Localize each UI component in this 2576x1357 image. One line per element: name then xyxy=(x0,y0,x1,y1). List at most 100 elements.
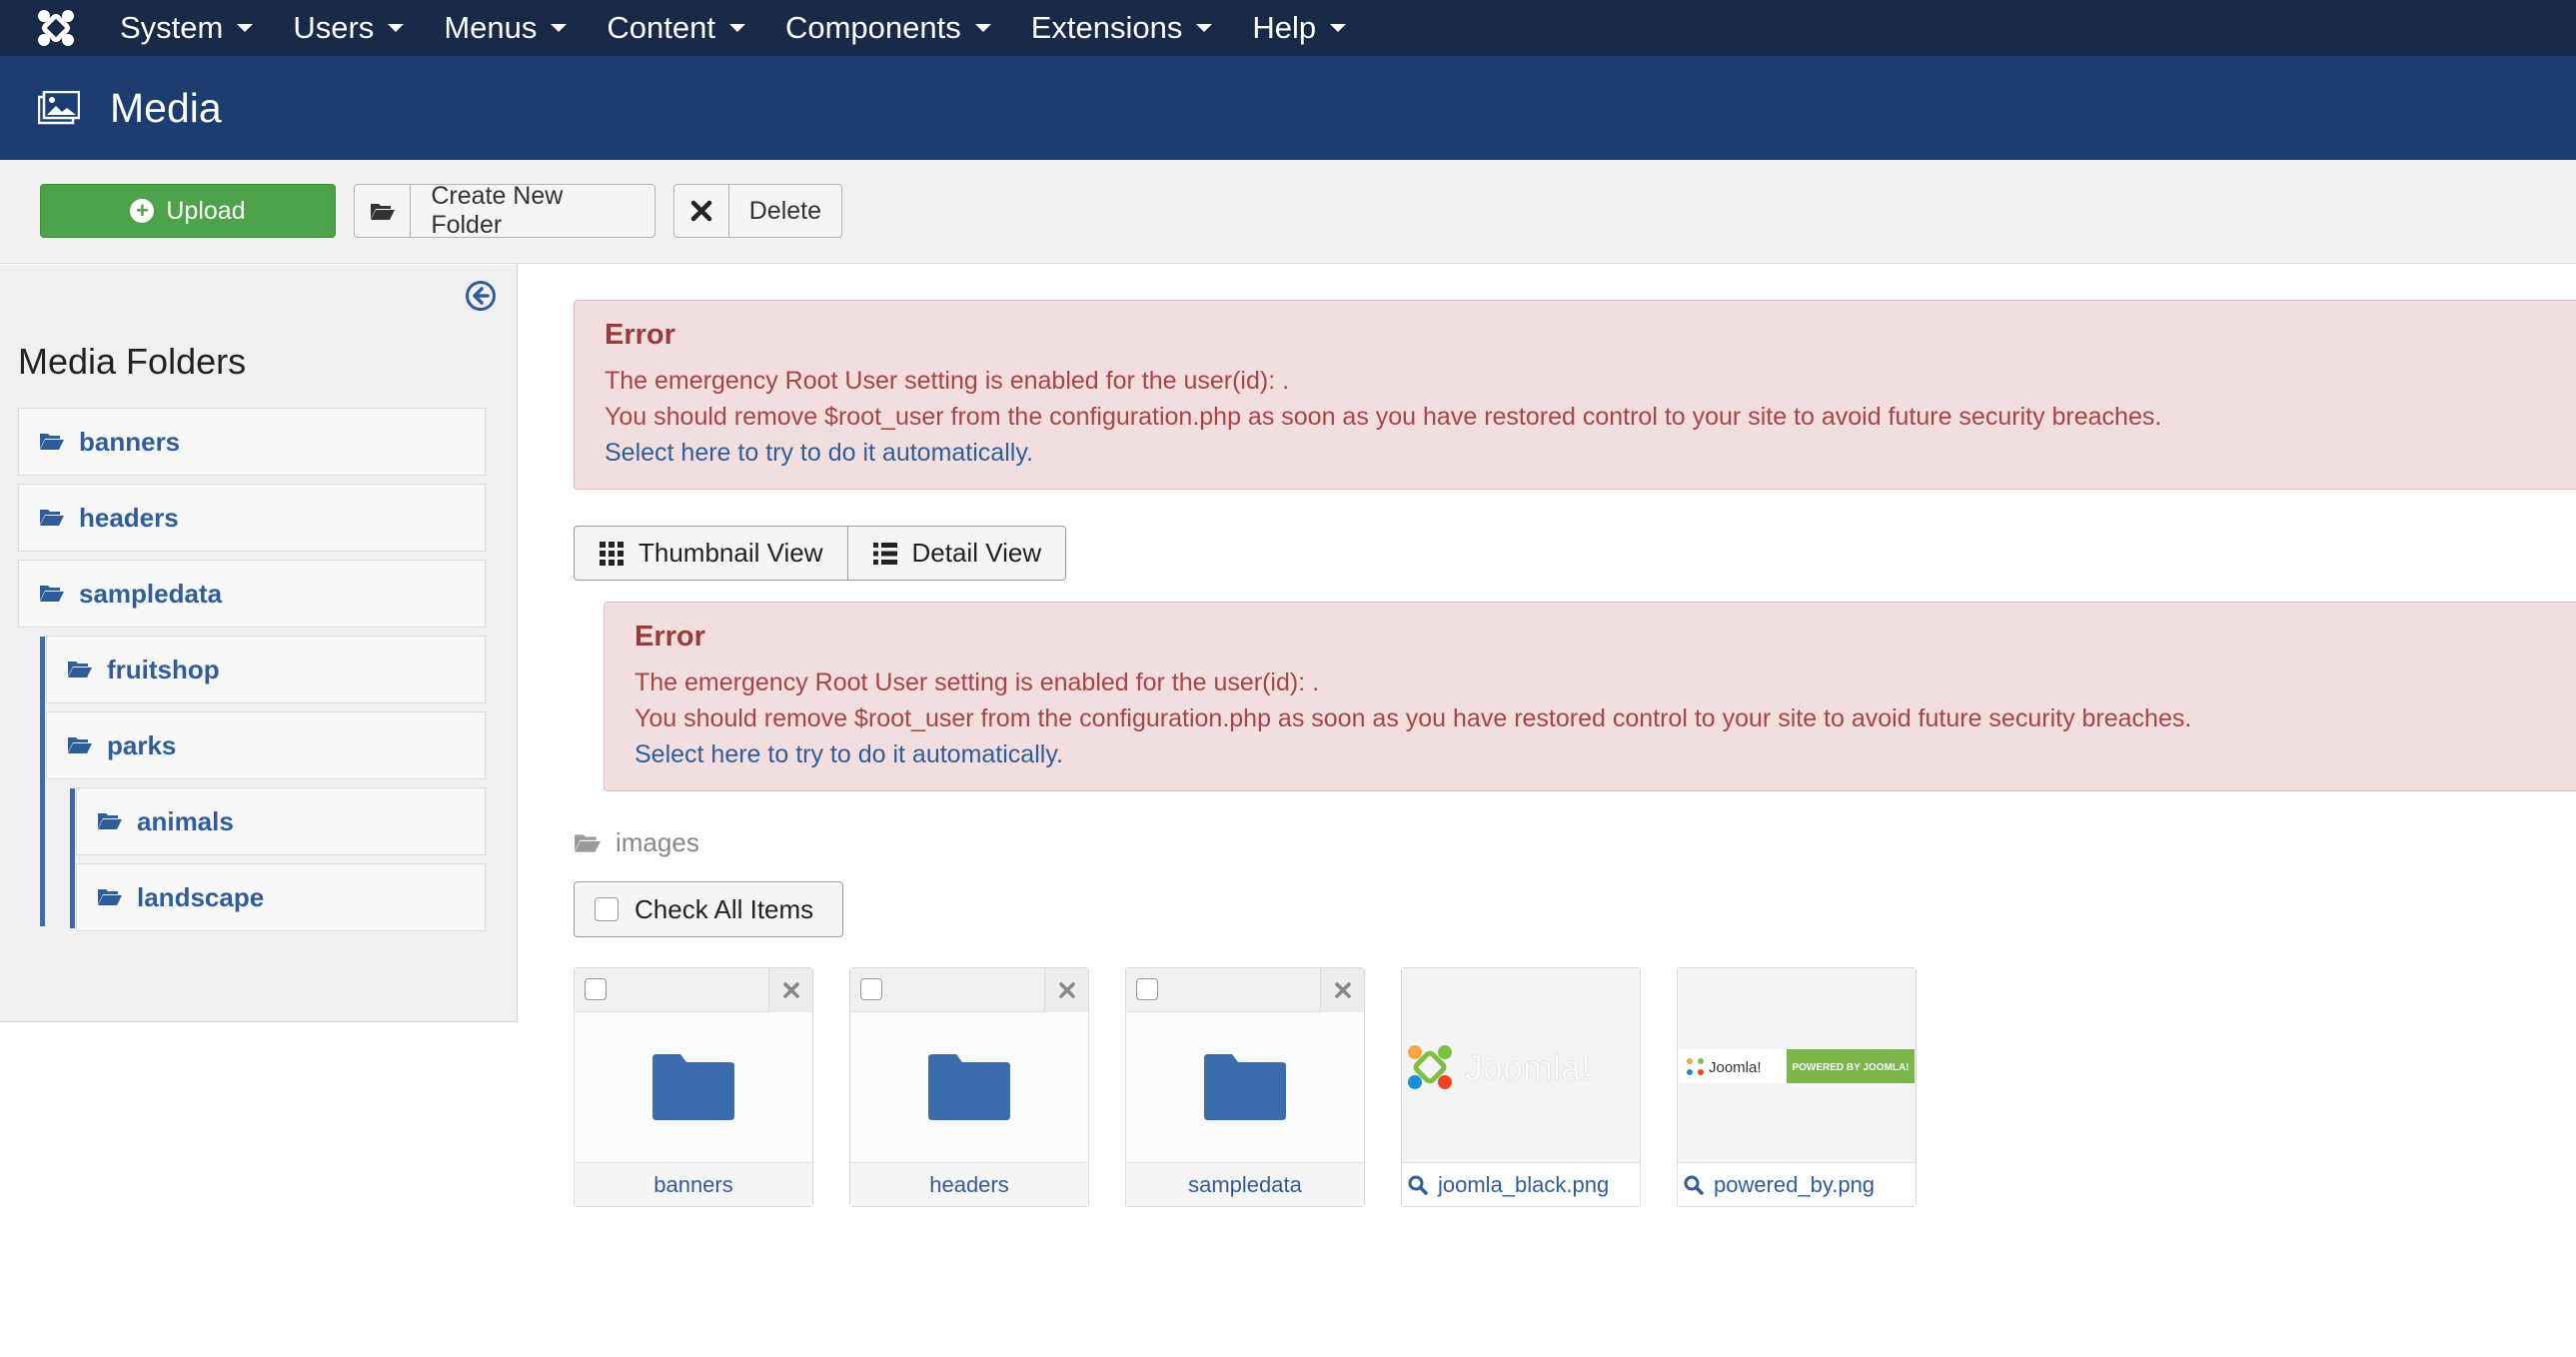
image-link[interactable]: joomla_black.png xyxy=(1402,1162,1640,1206)
sidebar-folder-parks[interactable]: parks xyxy=(46,711,486,779)
caret-down-icon xyxy=(1330,24,1347,32)
menu-label: System xyxy=(120,10,224,45)
folder-thumbnail[interactable]: headers xyxy=(849,967,1089,1207)
current-folder-label: images xyxy=(616,827,699,857)
menu-system[interactable]: System xyxy=(120,10,254,46)
image-icon xyxy=(38,89,82,127)
menu-label: Extensions xyxy=(1030,10,1183,45)
page-title: Media xyxy=(110,84,222,131)
error-alert: Error The emergency Root User setting is… xyxy=(604,602,2576,791)
caret-down-icon xyxy=(237,24,254,32)
create-folder-label: Create New Folder xyxy=(431,182,564,239)
delete-button[interactable]: Delete xyxy=(673,184,842,238)
close-icon xyxy=(674,185,729,237)
upload-button[interactable]: + Upload xyxy=(40,184,336,238)
menu-label: Users xyxy=(293,10,375,45)
item-name[interactable]: banners xyxy=(575,1162,812,1206)
thumbnail-view-label: Thumbnail View xyxy=(639,538,823,568)
folder-label: banners xyxy=(79,426,181,457)
joomla-logo-text: Joomla! xyxy=(1709,1059,1762,1076)
sidebar-folder-animals[interactable]: animals xyxy=(76,787,486,855)
menu-label: Menus xyxy=(444,10,538,45)
item-name[interactable]: powered_by.png xyxy=(1714,1172,1875,1198)
alert-heading: Error xyxy=(605,319,675,351)
checkbox[interactable] xyxy=(585,978,607,1000)
folder-thumbnail[interactable]: sampledata xyxy=(1125,967,1365,1207)
folder-open-icon xyxy=(574,832,602,854)
folder-label: headers xyxy=(79,502,179,533)
menu-users[interactable]: Users xyxy=(293,10,405,46)
item-name[interactable]: joomla_black.png xyxy=(1438,1172,1609,1198)
page-header: Media xyxy=(0,56,2576,160)
menu-label: Help xyxy=(1252,10,1317,45)
checkbox[interactable] xyxy=(595,897,619,921)
top-navbar: System Users Menus Content Components Ex… xyxy=(0,0,2576,56)
folder-open-icon xyxy=(97,886,125,908)
tree-line xyxy=(40,637,45,926)
check-all-button[interactable]: Check All Items xyxy=(574,881,843,937)
media-folders-sidebar: Media Folders banners headers sampledata… xyxy=(0,265,518,1022)
check-all-label: Check All Items xyxy=(635,893,814,924)
create-folder-button[interactable]: Create New Folder xyxy=(354,182,655,239)
joomla-logo-text: Joomla! xyxy=(1465,1047,1591,1088)
detail-view-button[interactable]: Detail View xyxy=(846,527,1066,580)
image-link[interactable]: powered_by.png xyxy=(1678,1162,1916,1206)
fix-root-user-link[interactable]: Select here to try to do it automaticall… xyxy=(635,740,1063,769)
image-thumbnail[interactable]: Joomla! POWERED BY JOOMLA! powered_by.pn… xyxy=(1677,967,1917,1207)
alert-heading: Error xyxy=(635,621,705,653)
caret-down-icon xyxy=(728,24,745,32)
sidebar-folder-landscape[interactable]: landscape xyxy=(76,863,486,931)
caret-down-icon xyxy=(551,24,568,32)
image-preview[interactable]: Joomla! xyxy=(1402,968,1640,1164)
delete-label: Delete xyxy=(748,196,821,225)
fix-root-user-link[interactable]: Select here to try to do it automaticall… xyxy=(605,439,1033,468)
image-thumbnail[interactable]: Joomla! joomla_black.png xyxy=(1401,967,1641,1207)
item-name[interactable]: sampledata xyxy=(1126,1162,1364,1206)
folder-icon[interactable] xyxy=(575,1012,812,1162)
folder-icon[interactable] xyxy=(850,1012,1088,1162)
detail-view-label: Detail View xyxy=(911,538,1042,568)
menu-content[interactable]: Content xyxy=(607,10,745,46)
grid-icon xyxy=(599,541,625,567)
folder-open-icon xyxy=(355,185,412,237)
joomla-logo-icon[interactable] xyxy=(28,0,84,56)
delete-icon[interactable] xyxy=(1044,968,1088,1012)
menu-extensions[interactable]: Extensions xyxy=(1031,10,1213,46)
folder-label: fruitshop xyxy=(107,654,220,684)
thumbnail-view-button[interactable]: Thumbnail View xyxy=(575,527,847,580)
sidebar-folder-banners[interactable]: banners xyxy=(18,408,486,476)
menu-help[interactable]: Help xyxy=(1252,10,1347,46)
delete-icon[interactable] xyxy=(768,968,812,1012)
thumbnail-header xyxy=(575,968,812,1012)
toolbar: + Upload Create New Folder Delete xyxy=(0,160,2576,264)
folder-label: parks xyxy=(107,729,177,760)
folder-thumbnail[interactable]: banners xyxy=(574,967,813,1207)
sidebar-folder-fruitshop[interactable]: fruitshop xyxy=(46,636,486,703)
checkbox[interactable] xyxy=(860,978,882,1000)
menu-label: Content xyxy=(607,10,715,45)
menu-components[interactable]: Components xyxy=(785,10,991,46)
caret-down-icon xyxy=(974,24,991,32)
folder-open-icon xyxy=(39,431,67,453)
sidebar-title: Media Folders xyxy=(18,341,247,382)
thumbnail-header xyxy=(1126,968,1364,1012)
alert-message: The emergency Root User setting is enabl… xyxy=(605,367,1290,395)
folder-open-icon xyxy=(39,507,67,529)
menu-menus[interactable]: Menus xyxy=(444,10,568,46)
collapse-sidebar-icon[interactable] xyxy=(464,279,498,313)
item-name[interactable]: headers xyxy=(850,1162,1088,1206)
folder-label: animals xyxy=(137,805,234,836)
alert-message: You should remove $root_user from the co… xyxy=(605,403,2162,431)
checkbox[interactable] xyxy=(1136,978,1158,1000)
image-preview[interactable]: Joomla! POWERED BY JOOMLA! xyxy=(1678,968,1916,1164)
folder-open-icon xyxy=(67,734,95,756)
search-icon xyxy=(1408,1175,1428,1195)
sidebar-folder-sampledata[interactable]: sampledata xyxy=(18,560,486,628)
folder-icon[interactable] xyxy=(1126,1012,1364,1162)
folder-open-icon xyxy=(97,810,125,832)
folder-label: sampledata xyxy=(79,578,223,609)
sidebar-folder-headers[interactable]: headers xyxy=(18,484,486,552)
view-toggle: Thumbnail View Detail View xyxy=(574,526,1067,581)
delete-icon[interactable] xyxy=(1320,968,1364,1012)
search-icon xyxy=(1684,1175,1704,1195)
